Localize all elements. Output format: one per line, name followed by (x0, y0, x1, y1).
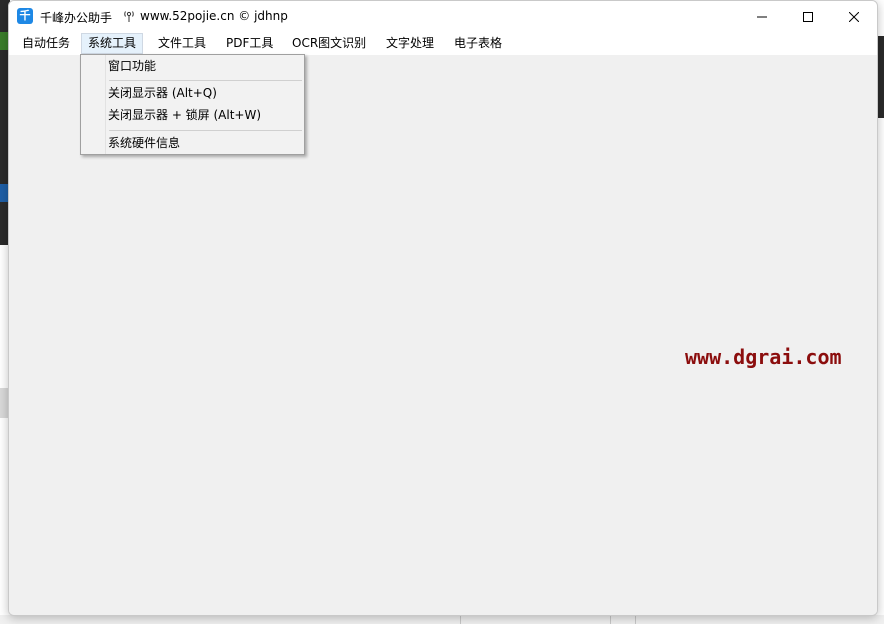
menu-separator (109, 130, 302, 131)
menu-item-hardware-info[interactable]: 系统硬件信息 (108, 133, 180, 153)
menu-separator (109, 80, 302, 81)
system-tools-dropdown: 窗口功能 关闭显示器 (Alt+Q) 关闭显示器 + 锁屏 (Alt+W) 系统… (80, 54, 305, 155)
minimize-icon (757, 16, 767, 17)
window-subtitle: www.52pojie.cn © jdhnp (140, 9, 288, 23)
close-icon (849, 11, 859, 22)
menu-item-window-functions[interactable]: 窗口功能 (108, 56, 156, 76)
menu-pdf-tools[interactable]: PDF工具 (220, 33, 279, 54)
close-button[interactable] (831, 1, 877, 32)
minimize-button[interactable] (739, 1, 785, 32)
antenna-icon (124, 11, 134, 22)
menu-item-monitor-off[interactable]: 关闭显示器 (Alt+Q) (108, 83, 217, 103)
menu-file-tools[interactable]: 文件工具 (152, 33, 212, 54)
menu-item-monitor-off-lock[interactable]: 关闭显示器 + 锁屏 (Alt+W) (108, 105, 261, 125)
window-title: 千峰办公助手 (40, 11, 113, 25)
title-bar[interactable]: 千 千峰办公助手 www.52pojie.cn © jdhnp (9, 1, 877, 32)
app-logo-icon: 千 (17, 8, 33, 24)
background-window-edge (0, 615, 884, 624)
menu-spreadsheet[interactable]: 电子表格 (448, 33, 508, 54)
background-divider (635, 615, 636, 624)
watermark-text: www.dgrai.com (685, 345, 842, 369)
menu-system-tools[interactable]: 系统工具 (81, 33, 144, 54)
dropdown-gutter (81, 55, 106, 154)
menu-text-processing[interactable]: 文字处理 (380, 33, 440, 54)
maximize-icon (803, 11, 813, 22)
background-divider (460, 615, 461, 624)
menu-auto-tasks[interactable]: 自动任务 (16, 33, 76, 54)
maximize-button[interactable] (785, 1, 831, 32)
background-divider (610, 615, 611, 624)
menu-ocr[interactable]: OCR图文识别 (286, 33, 372, 54)
menu-bar: 自动任务 系统工具 文件工具 PDF工具 OCR图文识别 文字处理 电子表格 (9, 32, 877, 55)
